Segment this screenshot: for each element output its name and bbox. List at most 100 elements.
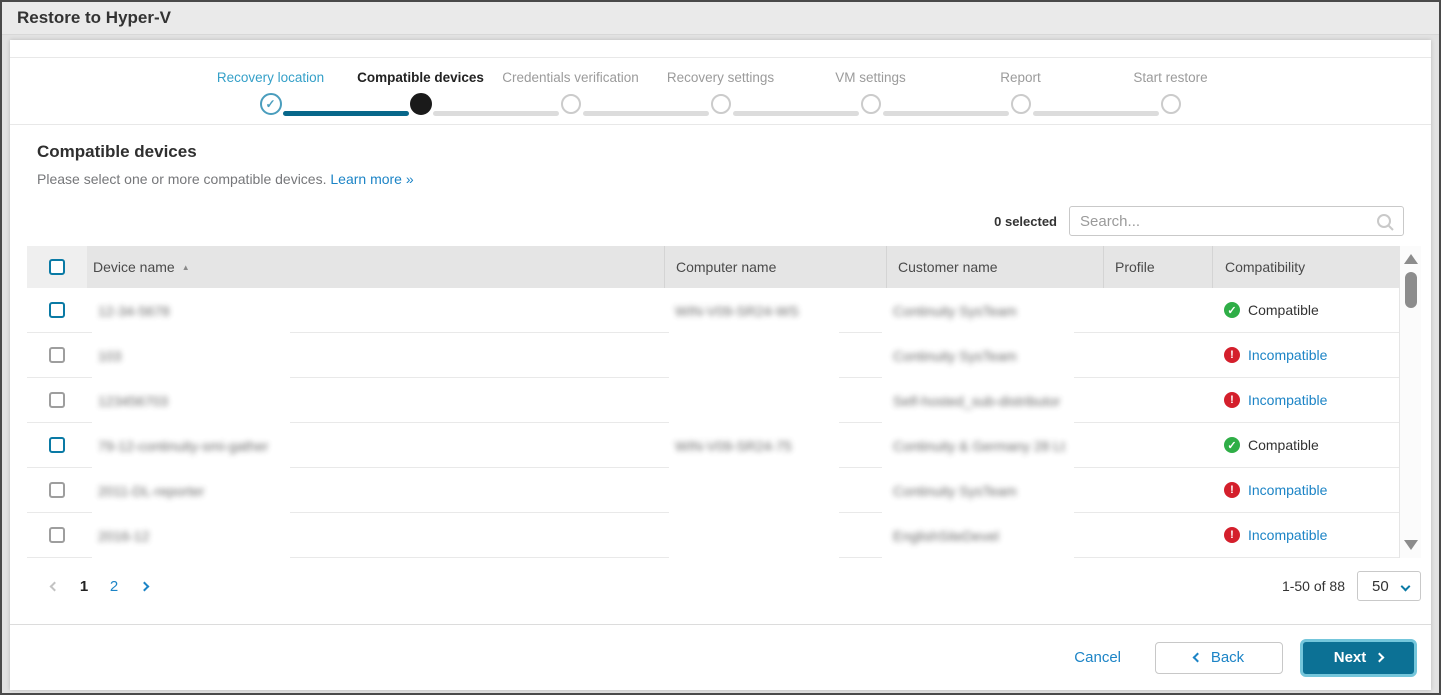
scrollbar-thumb[interactable] <box>1405 272 1417 308</box>
compatibility-status-link[interactable]: Incompatible <box>1248 482 1327 498</box>
search-input[interactable] <box>1070 207 1403 235</box>
incompatible-status-icon <box>1224 482 1240 498</box>
redacted-text: 103 <box>98 347 122 364</box>
redacted-text: 2016-12 <box>98 527 150 544</box>
pagination-bar: 1 2 1-50 of 88 50 <box>27 571 1421 601</box>
back-button[interactable]: Back <box>1155 641 1283 674</box>
step-report: Report <box>882 68 1096 117</box>
column-label: Computer name <box>676 259 777 275</box>
sort-ascending-icon: ▲ <box>181 262 190 272</box>
step-compatible-devices: Compatible devices <box>282 68 496 117</box>
redacted-text: WIN-V09-SR24-75 <box>675 437 792 454</box>
step-label: Report <box>1000 70 1041 85</box>
page-size-value: 50 <box>1372 577 1389 595</box>
redacted-text: EnglishSiteDevel <box>893 527 999 544</box>
table-body: Compatible Incompatible Incompatible <box>27 288 1399 558</box>
column-header-device-name[interactable]: Device name ▲ <box>87 246 664 288</box>
step-start-restore: Start restore <box>1032 68 1246 117</box>
panel-top-strip <box>10 40 1431 58</box>
redacted-computer-name-column: WIN-V09-SR24-WS WIN-V09-SR24-75 <box>669 288 839 558</box>
redacted-text: Continuity SysTeam <box>893 482 1017 499</box>
compatibility-status-link[interactable]: Incompatible <box>1248 347 1327 363</box>
column-header-computer-name[interactable]: Computer name <box>664 246 886 288</box>
select-all-cell <box>27 246 87 288</box>
table-header-row: Device name ▲ Computer name Customer name… <box>27 246 1399 288</box>
selected-count: 0 selected <box>994 213 1057 229</box>
redacted-text: Continuity SysTeam <box>893 302 1017 319</box>
wizard-panel: Recovery location ✓ Compatible devices C… <box>10 40 1431 690</box>
compatible-status-icon <box>1224 437 1240 453</box>
redacted-device-name-column: 12-34-5678 103 123456703 79-12-continuit… <box>92 288 290 558</box>
incompatible-status-icon <box>1224 392 1240 408</box>
scroll-up-icon[interactable] <box>1404 254 1418 264</box>
chevron-down-icon <box>1400 581 1411 592</box>
column-header-profile[interactable]: Profile <box>1103 246 1212 288</box>
next-page-icon[interactable] <box>129 571 159 601</box>
compatibility-status-link[interactable]: Incompatible <box>1248 392 1327 408</box>
select-all-checkbox[interactable] <box>49 259 65 275</box>
column-header-customer-name[interactable]: Customer name <box>886 246 1103 288</box>
page-2-button[interactable]: 2 <box>99 571 129 601</box>
incompatible-status-icon <box>1224 527 1240 543</box>
pagination-range: 1-50 of 88 <box>1281 578 1345 594</box>
chevron-left-icon <box>1192 652 1203 663</box>
step-pending-circle-icon <box>860 94 881 114</box>
step-label: Compatible devices <box>357 70 484 85</box>
redacted-text: Continuity & Germany 28 Lt <box>893 437 1065 454</box>
step-done-check-icon[interactable]: ✓ <box>259 93 282 115</box>
devices-table: Device name ▲ Computer name Customer name… <box>27 246 1421 558</box>
row-checkbox-disabled <box>49 527 65 543</box>
cancel-button[interactable]: Cancel <box>1074 649 1121 666</box>
incompatible-status-icon <box>1224 347 1240 363</box>
table-scrollbar[interactable] <box>1399 246 1421 558</box>
step-pending-circle-icon <box>560 94 581 114</box>
step-content: Compatible devices Please select one or … <box>10 125 1431 624</box>
row-checkbox-disabled <box>49 347 65 363</box>
step-active-dot-icon <box>409 93 432 115</box>
step-label: Recovery settings <box>666 70 775 85</box>
wizard-stepper: Recovery location ✓ Compatible devices C… <box>10 58 1431 125</box>
redacted-text: 12-34-5678 <box>98 302 170 319</box>
step-pending-circle-icon <box>1160 94 1181 114</box>
step-pending-circle-icon <box>710 94 731 114</box>
step-recovery-location[interactable]: Recovery location ✓ <box>196 68 346 117</box>
row-checkbox[interactable] <box>49 437 65 453</box>
column-header-compatibility[interactable]: Compatibility <box>1212 246 1399 288</box>
step-pending-circle-icon <box>1010 94 1031 114</box>
step-vm-settings: VM settings <box>732 68 946 117</box>
page-size-select[interactable]: 50 <box>1357 571 1421 601</box>
step-label: Start restore <box>1133 70 1208 85</box>
compatible-status-icon <box>1224 302 1240 318</box>
restore-wizard-window: Restore to Hyper-V Recovery location ✓ C… <box>0 0 1441 695</box>
compatibility-status: Compatible <box>1248 302 1319 318</box>
titlebar: Restore to Hyper-V <box>2 2 1439 35</box>
back-button-label: Back <box>1210 649 1245 666</box>
compatibility-status-link[interactable]: Incompatible <box>1248 527 1327 543</box>
page-title: Compatible devices <box>37 142 197 161</box>
compatibility-status: Compatible <box>1248 437 1319 453</box>
learn-more-link[interactable]: Learn more » <box>330 171 413 187</box>
step-label: VM settings <box>835 70 906 85</box>
next-button[interactable]: Next <box>1300 638 1417 677</box>
chevron-right-icon <box>1374 652 1385 663</box>
description-text: Please select one or more compatible dev… <box>37 171 327 187</box>
row-checkbox-disabled <box>49 482 65 498</box>
window-title: Restore to Hyper-V <box>17 8 171 27</box>
search-icon <box>1376 213 1395 237</box>
search-box[interactable] <box>1069 206 1404 236</box>
redacted-text: WIN-V09-SR24-WS <box>675 302 799 319</box>
redacted-text: 123456703 <box>98 392 169 409</box>
step-credentials-verification: Credentials verification <box>432 68 646 117</box>
page-description: Please select one or more compatible dev… <box>37 171 1431 187</box>
column-label: Profile <box>1115 259 1155 275</box>
wizard-footer: Cancel Back Next <box>10 624 1431 690</box>
redacted-text: 2011-DL-reporter <box>98 482 205 499</box>
row-checkbox[interactable] <box>49 302 65 318</box>
column-label: Customer name <box>898 259 998 275</box>
column-label: Compatibility <box>1225 259 1306 275</box>
page-1-button[interactable]: 1 <box>69 571 99 601</box>
row-checkbox-disabled <box>49 392 65 408</box>
previous-page-icon <box>39 571 69 601</box>
redacted-text: Continuity SysTeam <box>893 347 1017 364</box>
scroll-down-icon[interactable] <box>1404 540 1418 550</box>
